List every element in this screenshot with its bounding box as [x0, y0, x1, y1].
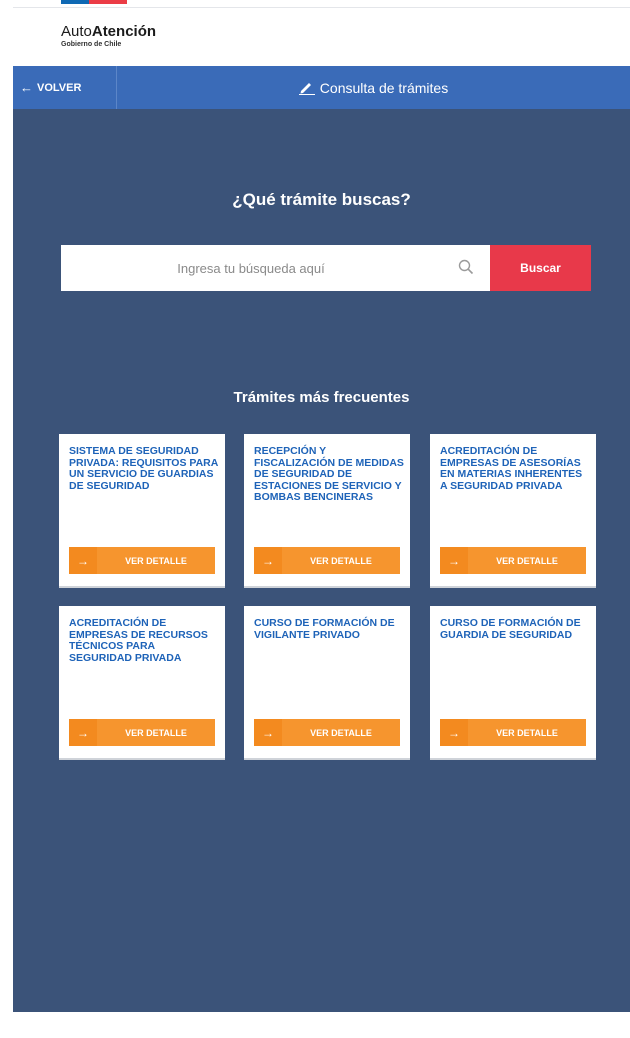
search-box	[61, 245, 490, 291]
arrow-right-icon: →	[440, 547, 468, 574]
search-heading: ¿Qué trámite buscas?	[232, 190, 411, 209]
arrow-right-icon: →	[254, 547, 282, 574]
pencil-icon	[298, 82, 315, 95]
navbar: ← VOLVER Consulta de trámites	[13, 66, 630, 109]
view-detail-button[interactable]: → VER DETALLE	[440, 719, 586, 746]
page-title-text: Consulta de trámites	[319, 79, 449, 96]
card-title[interactable]: CURSO DE FORMACIÓN DE GUARDIA DE SEGURID…	[440, 617, 590, 641]
top-divider	[13, 7, 630, 8]
arrow-left-icon: ←	[20, 80, 33, 95]
card-title[interactable]: ACREDITACIÓN DE EMPRESAS DE RECURSOS TÉC…	[69, 617, 219, 664]
card-title[interactable]: ACREDITACIÓN DE EMPRESAS DE ASESORÍAS EN…	[440, 445, 590, 492]
search-input[interactable]	[61, 245, 441, 291]
gov-color-bar	[61, 0, 127, 4]
view-detail-label: VER DETALLE	[125, 555, 187, 566]
page-title: Consulta de trámites	[117, 66, 630, 109]
card-title[interactable]: RECEPCIÓN Y FISCALIZACIÓN DE MEDIDAS DE …	[254, 445, 404, 504]
card-title[interactable]: CURSO DE FORMACIÓN DE VIGILANTE PRIVADO	[254, 617, 404, 641]
view-detail-button[interactable]: → VER DETALLE	[254, 719, 400, 746]
main-content: ¿Qué trámite buscas? Buscar Trámites más…	[13, 109, 630, 1012]
arrow-right-icon: →	[69, 547, 97, 574]
back-button[interactable]: ← VOLVER	[13, 66, 117, 109]
procedure-card: ACREDITACIÓN DE EMPRESAS DE RECURSOS TÉC…	[59, 606, 225, 758]
procedure-card: SISTEMA DE SEGURIDAD PRIVADA: REQUISITOS…	[59, 434, 225, 586]
arrow-right-icon: →	[254, 719, 282, 746]
arrow-right-icon: →	[440, 719, 468, 746]
search-icon[interactable]	[458, 259, 474, 275]
procedure-card: CURSO DE FORMACIÓN DE GUARDIA DE SEGURID…	[430, 606, 596, 758]
procedure-card: CURSO DE FORMACIÓN DE VIGILANTE PRIVADO …	[244, 606, 410, 758]
logo-title: AutoAtención	[61, 23, 157, 40]
view-detail-label: VER DETALLE	[310, 555, 372, 566]
search-button[interactable]: Buscar	[490, 245, 591, 291]
view-detail-button[interactable]: → VER DETALLE	[440, 547, 586, 574]
app-frame: AutoAtención Gobierno de Chile ← VOLVER …	[13, 0, 630, 1038]
back-label: VOLVER	[37, 81, 82, 94]
view-detail-label: VER DETALLE	[310, 727, 372, 738]
view-detail-button[interactable]: → VER DETALLE	[69, 547, 215, 574]
view-detail-label: VER DETALLE	[496, 727, 558, 738]
card-title[interactable]: SISTEMA DE SEGURIDAD PRIVADA: REQUISITOS…	[69, 445, 219, 492]
view-detail-label: VER DETALLE	[125, 727, 187, 738]
procedure-card: ACREDITACIÓN DE EMPRESAS DE ASESORÍAS EN…	[430, 434, 596, 586]
arrow-right-icon: →	[69, 719, 97, 746]
autoatencion-logo[interactable]: AutoAtención Gobierno de Chile	[61, 24, 156, 49]
view-detail-label: VER DETALLE	[496, 555, 558, 566]
view-detail-button[interactable]: → VER DETALLE	[254, 547, 400, 574]
procedure-card: RECEPCIÓN Y FISCALIZACIÓN DE MEDIDAS DE …	[244, 434, 410, 586]
frequent-heading: Trámites más frecuentes	[233, 389, 410, 406]
logo-subtitle: Gobierno de Chile	[61, 41, 122, 48]
view-detail-button[interactable]: → VER DETALLE	[69, 719, 215, 746]
